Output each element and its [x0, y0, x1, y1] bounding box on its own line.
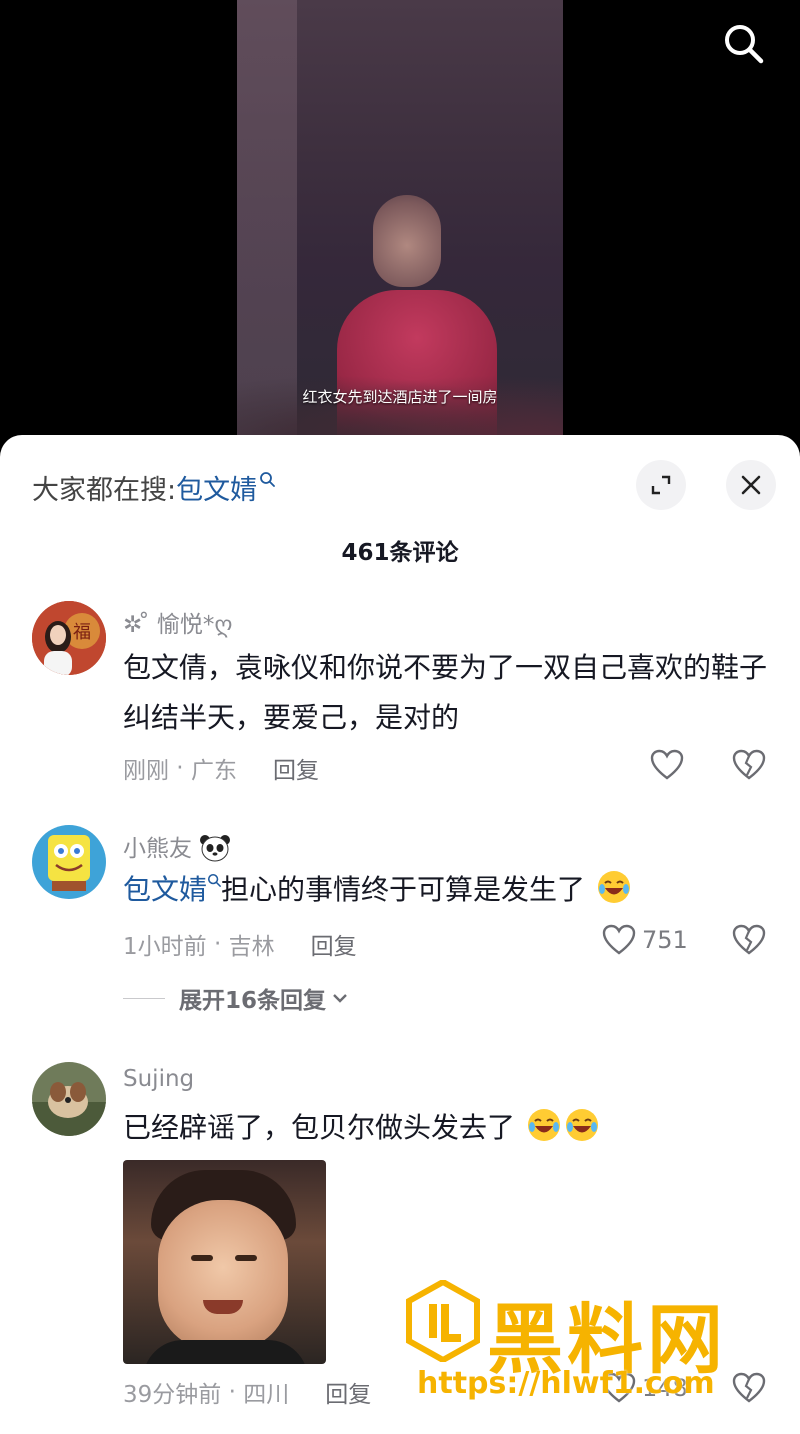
avatar[interactable]: 福	[32, 601, 106, 675]
svg-text:福: 福	[73, 622, 91, 643]
comment-text: 已经辟谣了，包贝尔做头发去了	[123, 1103, 773, 1153]
mini-search-icon	[207, 873, 221, 887]
meme-suit	[143, 1340, 308, 1364]
expand-icon	[651, 475, 671, 495]
trending-search-row[interactable]: 大家都在搜: 包文婧	[32, 467, 276, 507]
reply-button[interactable]: 回复	[273, 751, 319, 785]
comment-count: 461条评论	[341, 540, 459, 566]
comment-meta: 刚刚 · 广东 回复	[123, 751, 319, 785]
video-player[interactable]: 红衣女先到达酒店进了一间房	[0, 0, 800, 445]
like-button[interactable]: 751	[602, 924, 688, 956]
like-count: 751	[642, 926, 688, 954]
comment-username[interactable]: 小熊友	[123, 829, 231, 863]
comment-text: 包文倩，袁咏仪和你说不要为了一双自己喜欢的鞋子纠结半天，要爱己，是对的	[123, 651, 768, 734]
heart-icon	[650, 749, 684, 780]
laugh-cry-emoji	[565, 1109, 598, 1141]
like-count: 148	[642, 1374, 688, 1402]
comment-location: 吉林	[228, 934, 275, 960]
broken-heart-icon	[732, 1372, 766, 1403]
meme-eye	[235, 1255, 257, 1261]
trending-term-link[interactable]: 包文婧	[176, 468, 276, 507]
laugh-cry-emoji	[597, 871, 630, 903]
comment-time: 刚刚	[123, 758, 169, 784]
avatar-image	[32, 825, 106, 899]
search-icon	[725, 25, 764, 64]
meme-face	[158, 1200, 288, 1350]
like-button[interactable]: 148	[602, 1372, 688, 1404]
expand-replies-button[interactable]: 展开16条回复	[123, 981, 350, 1015]
comment-image[interactable]	[123, 1160, 326, 1364]
comment-time: 39分钟前	[123, 1382, 222, 1408]
trending-prefix: 大家都在搜:	[32, 474, 177, 506]
comment-meta: 39分钟前 · 四川 回复	[123, 1375, 371, 1409]
avatar-image: 福	[32, 601, 106, 675]
comment-meta: 1小时前 · 吉林 回复	[123, 927, 357, 961]
comment-location: 广东	[190, 758, 237, 784]
avatar[interactable]	[32, 825, 106, 899]
heart-icon	[602, 1372, 636, 1403]
comment-time: 1小时前	[123, 934, 207, 960]
mini-search-icon	[260, 471, 276, 487]
chevron-down-icon	[333, 994, 347, 1003]
dislike-button[interactable]	[732, 749, 766, 785]
reply-button[interactable]: 回复	[311, 927, 357, 961]
avatar[interactable]	[32, 1062, 106, 1136]
comment-username[interactable]: ✲ ̊ 愉悦*ღ	[123, 605, 232, 639]
broken-heart-icon	[732, 749, 766, 780]
dislike-button[interactable]	[732, 1372, 766, 1408]
avatar-image	[32, 1062, 106, 1136]
comment-text: 包文婧 担心的事情终于可算是发生了	[123, 865, 773, 915]
close-button[interactable]	[726, 460, 776, 510]
trending-term: 包文婧	[176, 474, 258, 506]
expand-replies-label: 展开16条回复	[179, 988, 327, 1014]
laugh-cry-emoji	[527, 1109, 560, 1141]
video-frame: 红衣女先到达酒店进了一间房	[237, 0, 563, 445]
meme-eye	[191, 1255, 213, 1261]
expand-button[interactable]	[636, 460, 686, 510]
comment-username[interactable]: Sujing	[123, 1066, 194, 1092]
like-button[interactable]	[650, 749, 684, 781]
search-button[interactable]	[718, 18, 768, 68]
close-icon	[741, 475, 761, 495]
panda-emoji	[200, 835, 231, 862]
expand-divider	[123, 997, 165, 999]
broken-heart-icon	[732, 924, 766, 955]
dislike-button[interactable]	[732, 924, 766, 960]
mention-link[interactable]: 包文婧	[123, 873, 221, 906]
reply-button[interactable]: 回复	[325, 1375, 371, 1409]
video-caption: 红衣女先到达酒店进了一间房	[302, 388, 498, 406]
video-subject-head	[373, 195, 441, 287]
heart-icon	[602, 924, 636, 955]
comment-sheet: 大家都在搜: 包文婧 461条评论 福 ✲ ̊ 愉悦*ღ 包文倩，袁咏仪和你说不…	[0, 435, 800, 1434]
comment-location: 四川	[243, 1382, 290, 1408]
